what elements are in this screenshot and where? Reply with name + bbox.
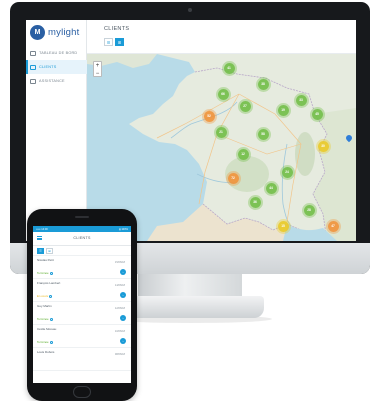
users-icon <box>30 64 36 70</box>
map-cluster-marker[interactable]: 52 <box>203 110 215 122</box>
webcam <box>188 8 192 12</box>
client-date: 10/06/18 <box>114 330 125 333</box>
map-cluster-marker[interactable]: 12 <box>237 148 249 160</box>
chevron-right-icon[interactable]: › <box>120 315 126 321</box>
info-icon <box>49 340 53 344</box>
map-cluster-marker[interactable]: 45 <box>311 108 323 120</box>
chevron-right-icon[interactable]: › <box>120 269 126 275</box>
logo-icon: M <box>30 24 45 40</box>
sidebar-item-clients[interactable]: CLIENTS <box>26 60 87 74</box>
phone-map-view-button[interactable]: ⊞ <box>46 247 53 254</box>
map-cluster-marker[interactable]: 21 <box>215 126 227 138</box>
client-list-item[interactable]: Cécile Moreau 10/06/18 Terminée › <box>33 325 131 348</box>
client-list-item[interactable]: Nicolas Petit 15/06/18 Terminée › <box>33 256 131 279</box>
map-cluster-marker[interactable]: 19 <box>277 104 289 116</box>
map-cluster-marker[interactable]: 72 <box>227 172 239 184</box>
phone-speaker <box>75 216 89 218</box>
map-cluster-marker[interactable]: 30 <box>317 140 329 152</box>
map-cluster-marker[interactable]: 33 <box>295 94 307 106</box>
info-icon <box>49 294 53 298</box>
client-name: Louis Dubois <box>37 350 55 354</box>
phone-status-signal: ••••• 14:00 <box>36 227 48 231</box>
client-list-item[interactable]: Guy Martin 12/06/18 Terminée › <box>33 302 131 325</box>
map-cluster-marker[interactable]: 66 <box>217 88 229 100</box>
sidebar-item-assistance[interactable]: ASSISTANCE <box>26 74 87 88</box>
sidebar-item-label: ASSISTANCE <box>39 79 65 83</box>
client-list-item[interactable]: François Lambert 14/06/18 En cours › <box>33 279 131 302</box>
client-status-label: Terminée <box>37 271 49 275</box>
map-cluster-marker[interactable]: 28 <box>303 204 315 216</box>
phone-page-title: CLIENTS <box>73 236 91 240</box>
client-name: François Lambert <box>37 281 61 285</box>
monitor-stand-neck <box>138 274 242 298</box>
sidebar-nav: TABLEAU DE BORD CLIENTS ASSISTANCE <box>26 46 87 88</box>
client-date: 08/06/18 <box>114 353 125 356</box>
phone-view-toggle: ☰ ⊞ <box>33 246 131 256</box>
map-cluster-marker[interactable]: 44 <box>265 182 277 194</box>
sidebar-item-label: TABLEAU DE BORD <box>39 51 78 55</box>
client-status: Terminée <box>37 317 53 321</box>
phone-header: CLIENTS <box>33 232 131 246</box>
smartphone: ••••• 14:00 ▮ 100% CLIENTS ☰ ⊞ Nicolas P… <box>27 209 137 401</box>
home-button[interactable] <box>73 386 91 398</box>
client-status: Terminée <box>37 340 53 344</box>
map-cluster-marker[interactable]: 41 <box>223 62 235 74</box>
brand-logo[interactable]: M mylight <box>26 20 87 44</box>
brand-name: mylight <box>48 26 80 38</box>
monitor-stand-base <box>118 296 264 318</box>
support-icon <box>30 78 36 84</box>
top-bar: CLIENTS ☰ ⊞ <box>87 20 356 54</box>
info-icon <box>49 271 53 275</box>
map-cluster-marker[interactable]: 38 <box>257 78 269 90</box>
map-cluster-marker[interactable]: 27 <box>239 100 251 112</box>
map-cluster-marker[interactable]: 15 <box>277 220 289 232</box>
client-status-label: Terminée <box>37 340 49 344</box>
page-title: CLIENTS <box>104 26 130 32</box>
client-date: 12/06/18 <box>114 307 125 310</box>
client-name: Guy Martin <box>37 304 52 308</box>
chevron-right-icon[interactable]: › <box>120 338 126 344</box>
desktop-screen: M mylight TABLEAU DE BORD CLIENTS ASSIST… <box>26 20 356 241</box>
phone-status-battery: ▮ 100% <box>119 227 128 231</box>
client-status-label: En cours <box>37 294 49 298</box>
client-name: Nicolas Petit <box>37 258 54 262</box>
phone-list-view-button[interactable]: ☰ <box>37 247 44 254</box>
client-status: Terminée <box>37 271 53 275</box>
zoom-in-button[interactable]: + <box>94 62 101 70</box>
client-list-item[interactable]: Louis Dubois 08/06/18 <box>33 348 131 371</box>
info-icon <box>49 317 53 321</box>
client-name: Cécile Moreau <box>37 327 57 331</box>
sidebar-item-dashboard[interactable]: TABLEAU DE BORD <box>26 46 87 60</box>
map-cluster-marker[interactable]: 24 <box>281 166 293 178</box>
dashboard-icon <box>30 50 36 56</box>
client-date: 15/06/18 <box>114 261 125 264</box>
phone-screen: ••••• 14:00 ▮ 100% CLIENTS ☰ ⊞ Nicolas P… <box>33 226 131 383</box>
sidebar: M mylight TABLEAU DE BORD CLIENTS ASSIST… <box>26 20 87 241</box>
map-view-button[interactable]: ⊞ <box>115 38 124 46</box>
sidebar-item-label: CLIENTS <box>39 65 57 69</box>
client-date: 14/06/18 <box>114 284 125 287</box>
zoom-out-button[interactable]: − <box>94 70 101 78</box>
list-view-button[interactable]: ☰ <box>104 38 113 46</box>
device-mockup-scene: M mylight TABLEAU DE BORD CLIENTS ASSIST… <box>0 0 379 401</box>
map-cluster-marker[interactable]: 47 <box>327 220 339 232</box>
client-status: En cours <box>37 294 53 298</box>
map-zoom-control: + − <box>93 61 102 77</box>
client-status-label: Terminée <box>37 317 49 321</box>
chevron-right-icon[interactable]: › <box>120 292 126 298</box>
view-toggle: ☰ ⊞ <box>104 38 124 46</box>
map-cluster-marker[interactable]: 36 <box>249 196 261 208</box>
map-cluster-marker[interactable]: 58 <box>257 128 269 140</box>
